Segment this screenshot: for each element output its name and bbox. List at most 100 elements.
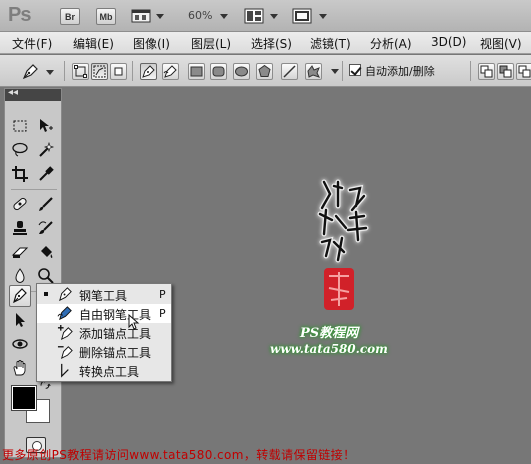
menu-edit[interactable]: 编辑(E) [73,35,114,52]
arrange-documents-button[interactable] [244,8,282,25]
blur-tool[interactable] [9,265,31,287]
clone-stamp-tool[interactable] [9,217,31,239]
auto-add-delete-checkbox[interactable] [349,64,361,76]
drop-icon [15,268,25,283]
hand-icon [13,360,26,376]
chevron-down-icon[interactable] [331,69,339,74]
flyout-item-label: 自由钢笔工具 [79,308,152,322]
photoshop-logo: Ps [8,4,31,26]
paths-icon [93,65,106,78]
hand-tool[interactable] [9,357,31,379]
freeform-pen-option[interactable] [162,63,179,80]
chevron-down-icon [156,14,164,19]
flyout-item-label: 添加锚点工具 [79,327,152,341]
pen-icon [22,64,38,80]
separator [470,61,471,81]
zoom-level[interactable]: 60% [188,9,212,22]
paint-bucket-tool[interactable] [35,241,57,263]
polygon-shape-option[interactable] [256,63,273,80]
delete-anchor-icon [57,346,73,360]
pen-icon [59,287,72,302]
site-url-watermark: www.tata580.com [270,342,388,356]
separator [132,61,133,81]
quick-selection-tool[interactable] [35,139,57,161]
brush-tool[interactable] [35,193,57,215]
menu-view[interactable]: 视图(V) [480,35,522,52]
menu-file[interactable]: 文件(F) [12,35,52,52]
flyout-item-convert-point[interactable]: 转换点工具 [37,361,171,380]
rectangle-icon [190,66,203,77]
path-combine-subtract-button[interactable] [497,63,514,80]
paths-mode-button[interactable] [91,63,108,80]
screen-mode-icon [292,8,312,24]
crop-tool[interactable] [9,163,31,185]
move-icon [40,119,53,132]
eraser-icon [11,247,29,258]
history-brush-tool[interactable] [35,217,57,239]
add-anchor-icon [57,324,73,341]
eyedropper-tool[interactable] [35,163,57,185]
path-combine-add-button[interactable] [478,63,495,80]
pen-tool-option[interactable] [140,63,157,80]
custom-shape-icon [307,65,320,78]
move-tool[interactable] [35,115,57,137]
pen-tool[interactable] [9,285,31,307]
path-intersect-icon [518,65,531,78]
lasso-tool[interactable] [9,139,31,161]
3d-rotate-tool[interactable] [9,333,31,355]
collapse-icon[interactable]: ◂◂ [8,87,18,98]
menu-select[interactable]: 选择(S) [251,35,292,52]
menu-filter[interactable]: 滤镜(T) [310,35,351,52]
shortcut-key: P [159,288,166,301]
rectangular-marquee-tool[interactable] [9,115,31,137]
line-icon [283,65,296,78]
arrow-cursor-icon [16,313,25,327]
menu-analysis[interactable]: 分析(A) [370,35,412,52]
chevron-down-icon [46,70,54,75]
pen-icon [142,65,155,78]
chevron-down-icon [270,14,278,19]
screen-mode-button[interactable] [292,8,332,25]
3d-rotate-icon [12,339,28,349]
flyout-item-freeform-pen[interactable]: 自由钢笔工具 P [37,304,171,323]
document-canvas[interactable] [66,88,531,446]
menu-layer[interactable]: 图层(L) [191,35,231,52]
separator [11,189,57,190]
flyout-item-delete-anchor[interactable]: 删除锚点工具 [37,342,171,361]
minibridge-button[interactable]: Mb [96,8,116,25]
eyedropper-icon [39,166,54,181]
shape-layers-icon [74,65,87,78]
brush-icon [39,197,53,211]
options-bar [0,55,531,87]
flyout-item-add-anchor[interactable]: 添加锚点工具 [37,323,171,342]
line-shape-option[interactable] [281,63,298,80]
chevron-down-icon[interactable] [220,14,228,19]
flyout-item-pen[interactable]: 钢笔工具 P [37,285,171,304]
flyout-item-label: 钢笔工具 [79,289,128,303]
view-extras-button[interactable] [131,8,165,25]
crop-icon [12,166,28,182]
polygon-icon [258,64,271,77]
foreground-color-swatch[interactable] [11,385,37,411]
separator [64,61,65,81]
flyout-item-label: 删除锚点工具 [79,346,152,360]
eraser-tool[interactable] [9,241,31,263]
bridge-button[interactable]: Br [60,8,80,25]
fill-pixels-mode-button[interactable] [110,63,127,80]
history-brush-icon [38,221,53,234]
ellipse-shape-option[interactable] [233,63,250,80]
path-selection-tool[interactable] [9,309,31,331]
custom-shape-option[interactable] [305,63,322,80]
shape-layers-mode-button[interactable] [72,63,89,80]
tool-preset-picker[interactable] [20,61,56,83]
menu-image[interactable]: 图像(I) [133,35,170,52]
rounded-rectangle-shape-option[interactable] [210,63,227,80]
rectangle-shape-option[interactable] [188,63,205,80]
menu-3d[interactable]: 3D(D) [431,35,466,49]
freeform-pen-icon [57,306,72,321]
rounded-rectangle-icon [212,66,225,77]
tools-panel-header[interactable]: ◂◂ [5,87,61,101]
spot-healing-brush-tool[interactable] [9,193,31,215]
arrange-grid-icon [244,8,264,24]
path-combine-intersect-button[interactable] [516,63,531,80]
